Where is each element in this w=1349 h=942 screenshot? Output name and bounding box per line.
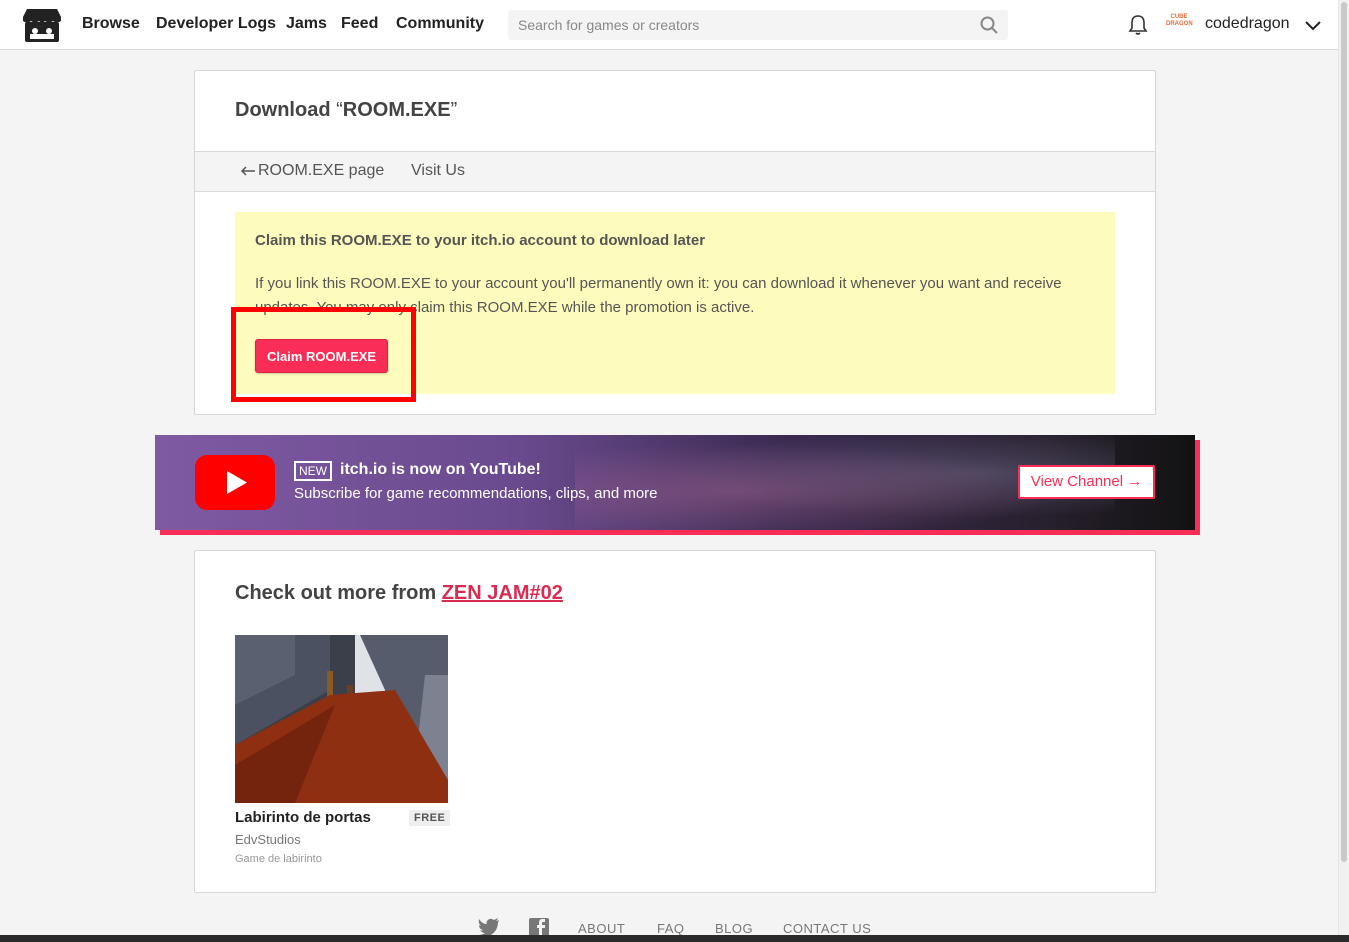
game-author[interactable]: EdvStudios: [235, 832, 301, 847]
username[interactable]: codedragon: [1205, 15, 1290, 33]
youtube-icon: [195, 455, 275, 510]
itchio-logo-icon[interactable]: [22, 7, 62, 43]
game-description: Game de labirinto: [235, 853, 322, 865]
game-name: ROOM.EXE: [342, 99, 451, 121]
facebook-icon[interactable]: [528, 918, 550, 936]
notification-bell-icon[interactable]: [1128, 14, 1148, 36]
nav-browse[interactable]: Browse: [82, 15, 140, 33]
youtube-title: itch.io is now on YouTube!: [340, 461, 541, 478]
more-games-panel: Check out more from ZEN JAM#02 Labirinto…: [194, 550, 1156, 893]
search-icon[interactable]: [980, 16, 998, 34]
new-badge: NEW: [294, 461, 332, 481]
footer-about-link[interactable]: ABOUT: [578, 921, 625, 936]
highlight-box: [231, 307, 416, 402]
footer-blog-link[interactable]: BLOG: [715, 921, 753, 936]
page-title: Download “ROOM.EXE”: [235, 99, 458, 121]
nav-feed[interactable]: Feed: [341, 15, 378, 33]
more-title: Check out more from ZEN JAM#02: [235, 582, 563, 604]
page-scrollbar[interactable]: [1338, 0, 1349, 942]
bottom-bar: [0, 935, 1349, 942]
sub-navigation: ROOM.EXE page Visit Us: [195, 151, 1155, 192]
chevron-down-icon[interactable]: [1304, 16, 1322, 34]
search-bar: [508, 10, 1008, 40]
nav-developer-logs[interactable]: Developer Logs: [156, 15, 276, 33]
avatar[interactable]: CUBE DRAGON: [1166, 14, 1193, 34]
twitter-icon[interactable]: [478, 918, 500, 936]
scrollbar-thumb[interactable]: [1341, 2, 1347, 862]
footer-faq-link[interactable]: FAQ: [657, 921, 685, 936]
youtube-subtitle: Subscribe for game recommendations, clip…: [294, 485, 658, 502]
claim-title: Claim this ROOM.EXE to your itch.io acco…: [255, 232, 706, 249]
game-thumbnail[interactable]: [235, 635, 448, 803]
youtube-banner: NEW itch.io is now on YouTube! Subscribe…: [155, 435, 1195, 530]
footer-contact-link[interactable]: CONTACT US: [783, 921, 871, 936]
game-title[interactable]: Labirinto de portas: [235, 809, 371, 826]
jam-link[interactable]: ZEN JAM#02: [442, 582, 563, 604]
nav-jams[interactable]: Jams: [286, 15, 327, 33]
game-page-link[interactable]: ROOM.EXE page: [240, 162, 384, 180]
price-badge: FREE: [409, 810, 451, 826]
visit-us-link[interactable]: Visit Us: [411, 162, 465, 180]
top-header: Browse Developer Logs Jams Feed Communit…: [0, 0, 1338, 50]
nav-community[interactable]: Community: [396, 15, 484, 33]
search-input[interactable]: [508, 10, 968, 40]
arrow-left-icon: [240, 166, 255, 176]
view-channel-button[interactable]: View Channel →: [1018, 465, 1155, 499]
game-thumbnail-image: [235, 635, 448, 803]
